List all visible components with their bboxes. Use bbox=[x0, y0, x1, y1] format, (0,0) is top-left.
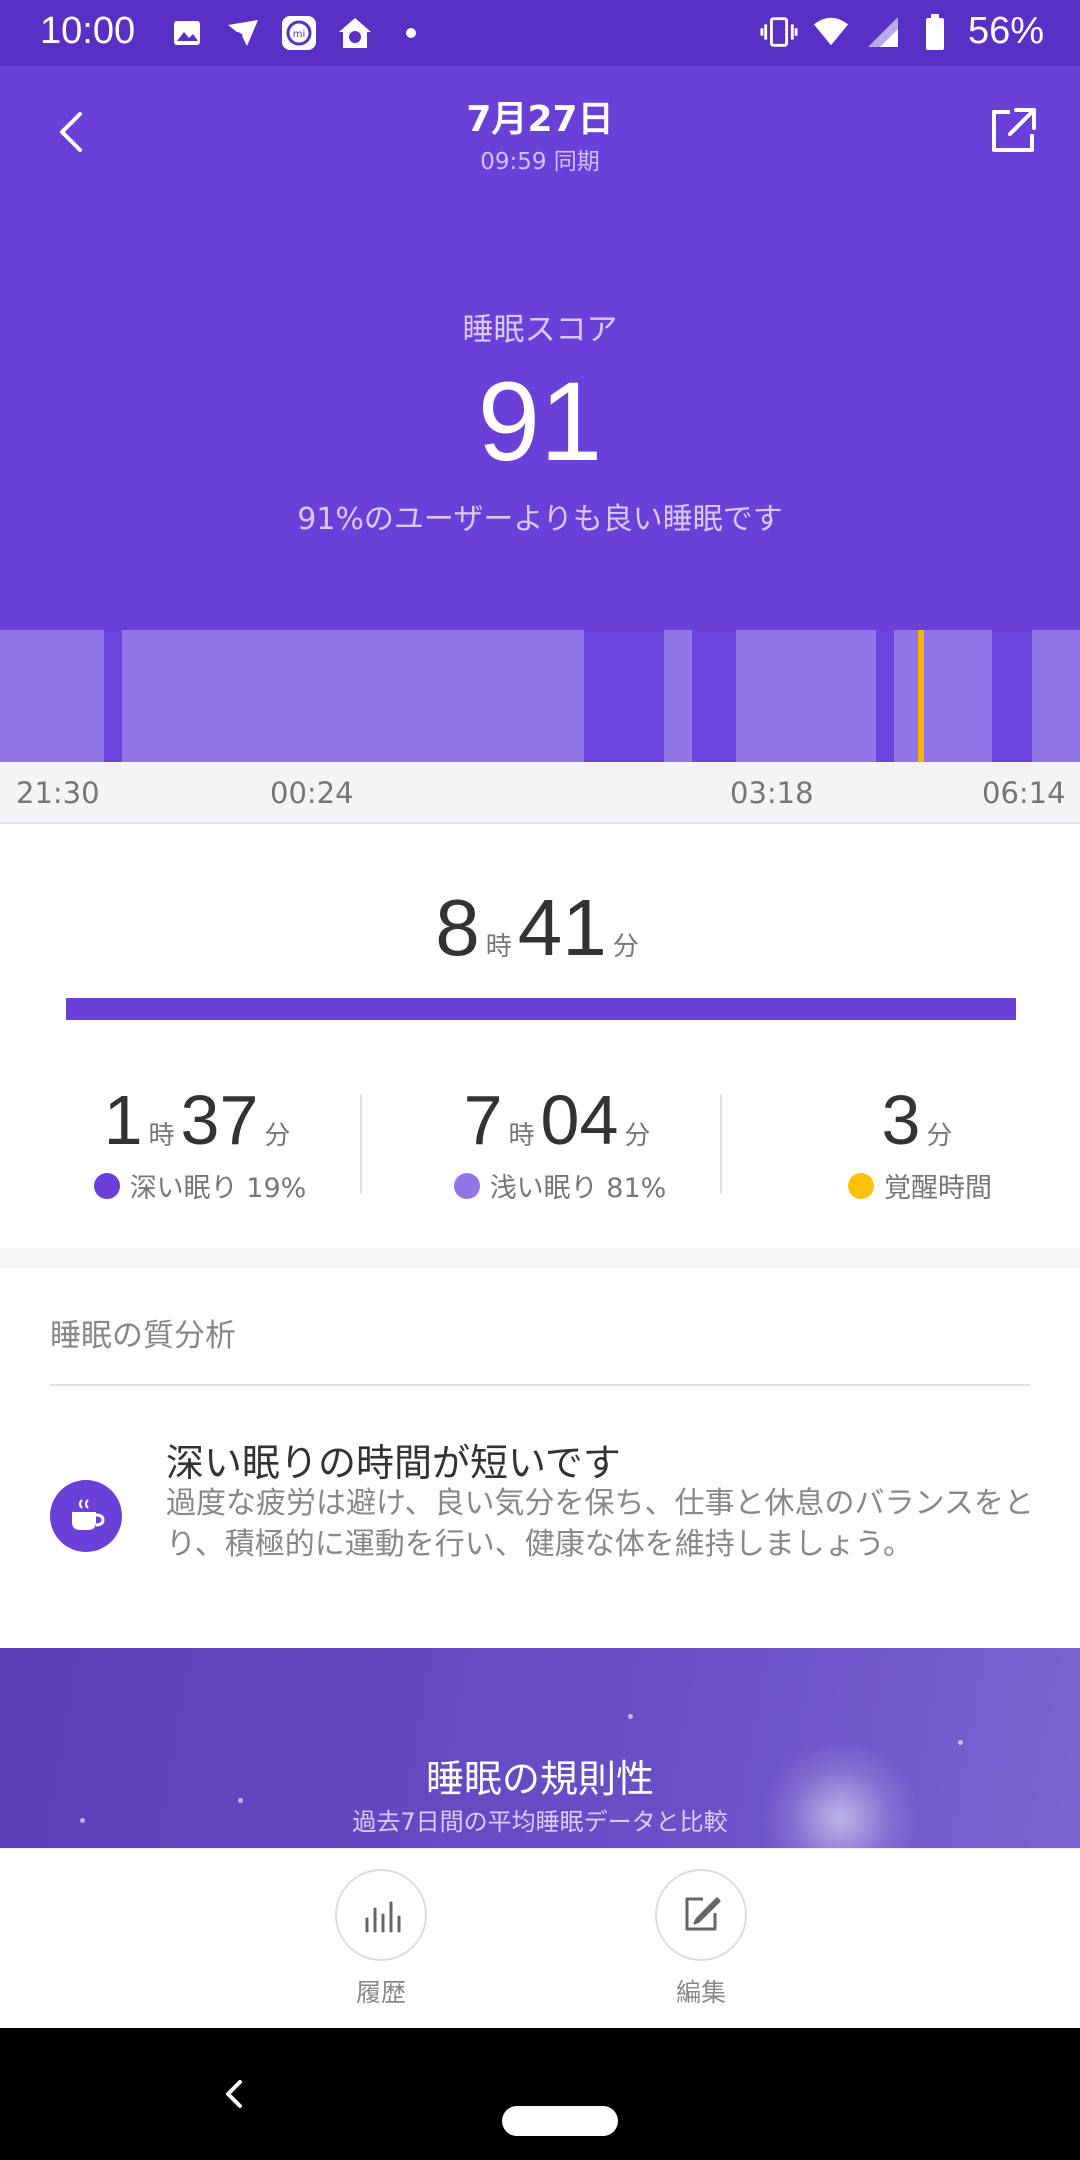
system-status-icons: 56% bbox=[760, 10, 1044, 53]
status-bar: 10:00 mi 56% bbox=[0, 0, 1080, 66]
total-sleep-bar bbox=[66, 998, 1016, 1020]
minutes-unit: 分 bbox=[624, 1121, 651, 1151]
deep-sleep-hours: 1 bbox=[103, 1081, 143, 1159]
wifi-icon bbox=[812, 13, 850, 51]
status-time: 10:00 bbox=[40, 10, 136, 52]
light-sleep-stat: 7 時04 分 浅い眠り 81% bbox=[380, 1080, 740, 1205]
svg-text:mi: mi bbox=[293, 29, 306, 40]
total-sleep-duration: 8 時41 分 bbox=[0, 882, 1080, 974]
timeline-tick: 06:14 bbox=[982, 776, 1066, 810]
history-button[interactable]: 履歴 bbox=[326, 1869, 436, 2009]
dot-icon bbox=[392, 14, 430, 52]
notification-icons: mi bbox=[168, 14, 430, 52]
decorative-star bbox=[628, 1714, 633, 1719]
timeline-tick: 03:18 bbox=[730, 776, 814, 810]
decorative-star bbox=[958, 1740, 963, 1745]
deep-sleep-segment bbox=[584, 630, 664, 762]
deep-sleep-segment bbox=[992, 630, 1032, 762]
cast-icon bbox=[224, 14, 262, 52]
edit-button[interactable]: 編集 bbox=[646, 1869, 756, 2009]
sleep-score-description: 91%のユーザーよりも良い睡眠です bbox=[297, 502, 783, 537]
sleep-score-value: 91 bbox=[477, 359, 603, 484]
deep-sleep-minutes: 37 bbox=[180, 1081, 259, 1159]
nav-home-pill[interactable] bbox=[502, 2106, 618, 2136]
sync-time: 09:59 同期 bbox=[480, 149, 600, 175]
awake-legend-dot bbox=[848, 1172, 874, 1199]
battery-percentage: 56% bbox=[967, 10, 1044, 52]
deep-sleep-stat: 1 時37 分 深い眠り 19% bbox=[20, 1080, 380, 1205]
advice-title: 深い眠りの時間が短いです bbox=[166, 1441, 621, 1485]
share-icon bbox=[992, 108, 1036, 152]
awake-segment bbox=[918, 630, 924, 762]
deep-sleep-segment bbox=[876, 630, 894, 762]
hours-unit: 時 bbox=[148, 1121, 175, 1151]
minutes-unit: 分 bbox=[926, 1121, 953, 1151]
awake-label: 覚醒時間 bbox=[884, 1173, 992, 1204]
sleep-stage-timeline[interactable] bbox=[0, 630, 1080, 762]
analysis-section-title: 睡眠の質分析 bbox=[50, 1318, 236, 1354]
history-icon-circle bbox=[335, 1869, 427, 1961]
image-icon bbox=[168, 14, 206, 52]
chevron-left-icon bbox=[226, 2080, 242, 2108]
regularity-subtitle: 過去7日間の平均睡眠データと比較 bbox=[352, 1808, 728, 1836]
bottom-actions: 履歴 編集 bbox=[0, 1848, 1080, 2028]
timeline-tick: 00:24 bbox=[270, 776, 354, 810]
regularity-title: 睡眠の規則性 bbox=[425, 1757, 654, 1801]
vibrate-icon bbox=[760, 13, 798, 51]
total-minutes: 41 bbox=[517, 883, 607, 972]
share-button[interactable] bbox=[986, 104, 1040, 158]
light-sleep-hours: 7 bbox=[463, 1081, 503, 1159]
sleep-header: 7月27日 09:59 同期 睡眠スコア 91 91%のユーザーよりも良い睡眠で… bbox=[0, 66, 1080, 630]
bar-chart-icon bbox=[365, 1901, 401, 1933]
nav-back-button[interactable] bbox=[220, 2070, 250, 2118]
history-label: 履歴 bbox=[355, 1978, 406, 2007]
advice-body: 過度な疲労は避け、良い気分を保ち、仕事と休息のバランスをとり、積極的に運動を行い… bbox=[166, 1486, 1034, 1562]
deep-sleep-label: 深い眠り 19% bbox=[129, 1173, 307, 1204]
edit-icon bbox=[685, 1897, 721, 1931]
mi-fit-icon: mi bbox=[280, 14, 318, 52]
sleep-regularity-card[interactable]: 睡眠の規則性 過去7日間の平均睡眠データと比較 bbox=[0, 1648, 1080, 1848]
divider bbox=[360, 1094, 362, 1194]
timeline-tick: 21:30 bbox=[16, 776, 100, 810]
timeline-axis: 21:30 00:24 03:18 06:14 bbox=[0, 762, 1080, 824]
edit-label: 編集 bbox=[675, 1978, 726, 2007]
total-hours: 8 bbox=[435, 883, 480, 972]
deep-sleep-segment bbox=[692, 630, 736, 762]
minutes-unit: 分 bbox=[264, 1121, 291, 1151]
deep-sleep-segment bbox=[104, 630, 122, 762]
divider bbox=[720, 1094, 722, 1194]
page-title-date: 7月27日 bbox=[466, 99, 614, 140]
edit-icon-circle bbox=[655, 1869, 747, 1961]
awake-stat: 3分 覚醒時間 bbox=[740, 1080, 1080, 1205]
light-sleep-label: 浅い眠り 81% bbox=[489, 1173, 667, 1204]
light-sleep-legend-dot bbox=[453, 1172, 480, 1199]
hours-unit: 時 bbox=[485, 932, 512, 962]
home-icon bbox=[336, 14, 374, 52]
awake-minutes: 3 bbox=[881, 1081, 921, 1159]
section-separator bbox=[0, 1248, 1080, 1268]
signal-icon bbox=[864, 13, 902, 51]
minutes-unit: 分 bbox=[612, 932, 639, 962]
system-navigation-bar bbox=[0, 2028, 1080, 2160]
hours-unit: 時 bbox=[508, 1121, 535, 1151]
battery-icon bbox=[916, 13, 954, 51]
coffee-cup-icon bbox=[50, 1480, 122, 1552]
deep-sleep-legend-dot bbox=[93, 1172, 120, 1199]
sleep-score-label: 睡眠スコア bbox=[462, 312, 618, 348]
divider bbox=[50, 1384, 1030, 1386]
light-sleep-minutes: 04 bbox=[540, 1081, 619, 1159]
